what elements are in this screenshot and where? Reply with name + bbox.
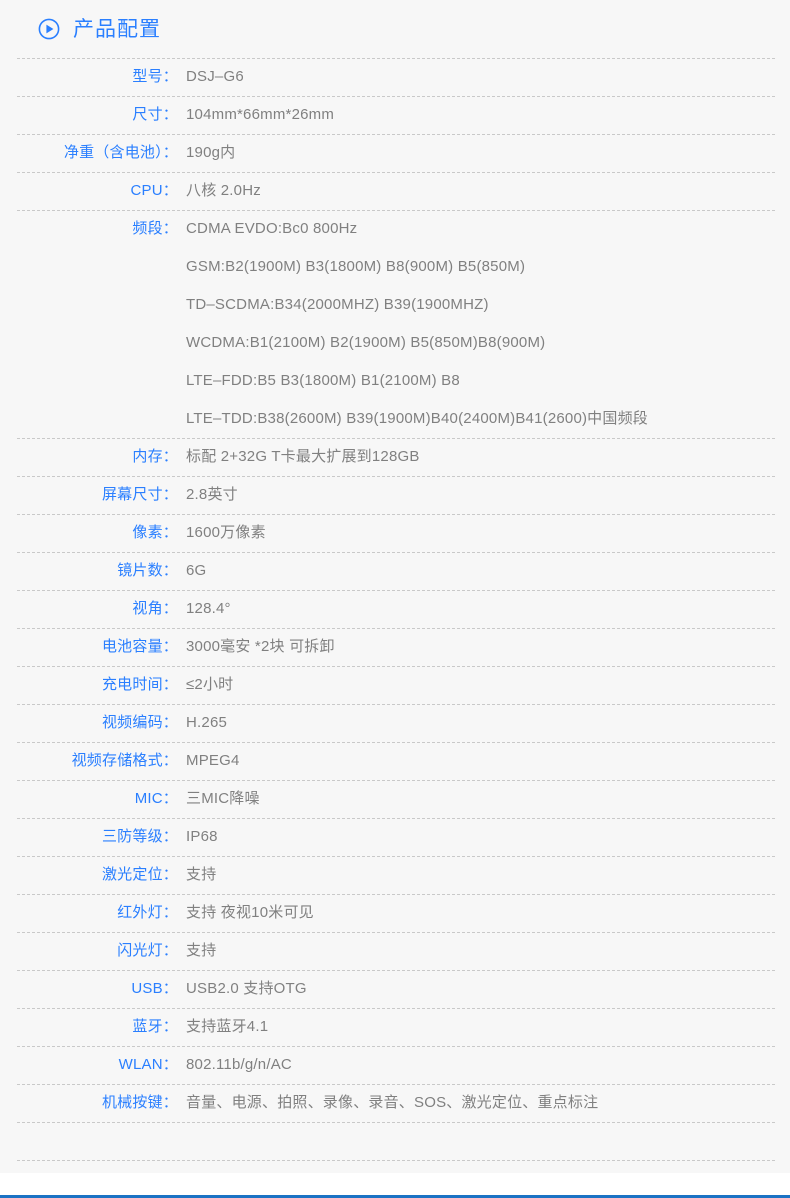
table-row: 红外灯： 支持 夜视10米可见 [0,894,790,932]
spec-value: 支持 [186,866,217,883]
spec-value: 支持 [186,942,217,959]
spec-label: 充电时间： [101,676,178,693]
play-circle-icon [38,18,60,40]
spec-value: USB2.0 支持OTG [186,980,307,997]
spec-value: 2.8英寸 [186,486,238,503]
spec-label: 内存： [132,448,178,465]
spec-label: CPU： [130,182,178,199]
spec-value: 6G [186,562,207,579]
spec-value: CDMA EVDO:Bc0 800Hz GSM:B2(1900M) B3(180… [178,210,790,438]
spec-value: DSJ–G6 [186,68,244,85]
spec-table: 型号： DSJ–G6 尺寸： 104mm*66mm*26mm 净重（含电池）： … [0,58,790,1161]
table-row [0,1122,790,1160]
table-row: 激光定位： 支持 [0,856,790,894]
table-row: 尺寸： 104mm*66mm*26mm [0,96,790,134]
spec-label: 频段： [132,220,178,237]
table-bottom-separator [0,1160,790,1161]
spec-label: 视频编码： [101,714,178,731]
table-row: 闪光灯： 支持 [0,932,790,970]
table-row: 内存： 标配 2+32G T卡最大扩展到128GB [0,438,790,476]
spec-label: 闪光灯： [117,942,178,959]
table-row: 视角： 128.4° [0,590,790,628]
spec-value: 支持蓝牙4.1 [186,1018,269,1035]
spec-value: 128.4° [186,600,231,617]
spec-value-line: LTE–TDD:B38(2600M) B39(1900M)B40(2400M)B… [186,410,648,427]
spec-label: 机械按键： [101,1094,178,1111]
spec-value: 104mm*66mm*26mm [186,106,335,123]
table-row: 电池容量： 3000毫安 *2块 可拆卸 [0,628,790,666]
spec-label: 电池容量： [101,638,178,655]
spec-label: 屏幕尺寸： [101,486,178,503]
spec-value: 190g内 [186,144,236,161]
table-row: 视频编码： H.265 [0,704,790,742]
spec-value: IP68 [186,828,218,845]
spec-value-line: TD–SCDMA:B34(2000MHZ) B39(1900MHZ) [186,296,489,313]
spec-value: 八核 2.0Hz [186,182,261,199]
spec-label: 视频存储格式： [71,752,178,769]
spec-label: 型号： [132,68,178,85]
spec-label: 视角： [132,600,178,617]
table-row: 充电时间： ≤2小时 [0,666,790,704]
table-row-frequency-bands: 频段： CDMA EVDO:Bc0 800Hz GSM:B2(1900M) B3… [0,210,790,438]
table-row: 三防等级： IP68 [0,818,790,856]
spec-label: 红外灯： [117,904,178,921]
table-row: 像素： 1600万像素 [0,514,790,552]
spec-value: MPEG4 [186,752,240,769]
table-row: 屏幕尺寸： 2.8英寸 [0,476,790,514]
spec-label: WLAN： [118,1056,178,1073]
page-title: 产品配置 [73,17,161,41]
spec-value: 三MIC降噪 [186,790,260,807]
spec-value: 标配 2+32G T卡最大扩展到128GB [186,448,420,465]
spec-label: USB： [131,980,178,997]
spec-label: MIC： [134,790,178,807]
table-row: WLAN： 802.11b/g/n/AC [0,1046,790,1084]
table-row: USB： USB2.0 支持OTG [0,970,790,1008]
table-row: 机械按键： 音量、电源、拍照、录像、录音、SOS、激光定位、重点标注 [0,1084,790,1122]
spec-label: 激光定位： [101,866,178,883]
table-row: MIC： 三MIC降噪 [0,780,790,818]
table-row: 视频存储格式： MPEG4 [0,742,790,780]
spec-label: 三防等级： [101,828,178,845]
table-row: 蓝牙： 支持蓝牙4.1 [0,1008,790,1046]
product-spec-page: 产品配置 型号： DSJ–G6 尺寸： 104mm*66mm*26mm 净重（含… [0,0,790,1198]
table-row: 型号： DSJ–G6 [0,58,790,96]
spec-value: 1600万像素 [186,524,266,541]
spec-value-line: CDMA EVDO:Bc0 800Hz [186,220,358,237]
spec-value: 支持 夜视10米可见 [186,904,314,921]
spec-value: 音量、电源、拍照、录像、录音、SOS、激光定位、重点标注 [186,1094,599,1111]
spec-label: 蓝牙： [132,1018,178,1035]
table-row: CPU： 八核 2.0Hz [0,172,790,210]
spec-value-line: LTE–FDD:B5 B3(1800M) B1(2100M) B8 [186,372,460,389]
spec-label: 尺寸： [132,106,178,123]
section-header: 产品配置 [0,0,790,58]
table-row: 净重（含电池）： 190g内 [0,134,790,172]
spec-value: H.265 [186,714,228,731]
spec-label: 净重（含电池）： [63,144,178,161]
spec-value: 3000毫安 *2块 可拆卸 [186,638,335,655]
spec-label: 镜片数： [117,562,178,579]
table-row: 镜片数： 6G [0,552,790,590]
spec-label: 像素： [132,524,178,541]
spec-value-line: GSM:B2(1900M) B3(1800M) B8(900M) B5(850M… [186,258,526,275]
spec-value: 802.11b/g/n/AC [186,1056,292,1073]
spec-value: ≤2小时 [186,676,234,693]
spec-value-line: WCDMA:B1(2100M) B2(1900M) B5(850M)B8(900… [186,334,546,351]
